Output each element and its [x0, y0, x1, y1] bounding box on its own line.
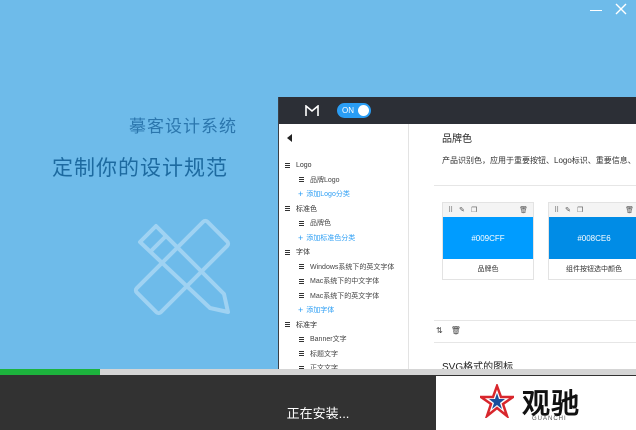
section-desc: 产品识别色，应用于重要按钮、Logo标识、重要信息、 — [442, 156, 636, 165]
menu-icon — [299, 177, 304, 183]
sidebar-item-label: Mac系统下的中文字体 — [310, 278, 380, 286]
divider — [434, 320, 636, 321]
ruler-pencil-icon — [133, 218, 231, 316]
menu-icon — [299, 278, 304, 284]
sidebar-item-label: Windows系统下的英文字体 — [310, 263, 395, 271]
sidebar-item[interactable]: Banner文字 — [285, 332, 408, 347]
menu-icon — [285, 162, 290, 168]
sidebar-group[interactable]: 字体 — [285, 245, 408, 260]
menu-icon — [285, 206, 290, 212]
menu-icon — [299, 293, 304, 299]
section-title: 品牌色 — [442, 134, 472, 145]
section-toolbar: ⇅ 🗑 — [436, 326, 461, 335]
card-label: 组件按钮选中颜色 — [566, 266, 622, 273]
brand-name: 摹客设计系统 — [129, 117, 237, 136]
on-toggle[interactable]: ON — [337, 103, 371, 118]
color-swatch: #008CE6 — [549, 217, 636, 259]
sidebar-item[interactable]: 品牌色 — [285, 216, 408, 231]
sidebar-item[interactable]: Mac系统下的中文字体 — [285, 274, 408, 289]
back-arrow-icon[interactable] — [287, 134, 292, 142]
sort-icon[interactable]: ⇅ — [436, 326, 443, 335]
sidebar-item-label: 标准字 — [296, 321, 317, 329]
window-controls — [590, 2, 628, 16]
toggle-knob — [358, 105, 369, 116]
delete-icon[interactable]: 🗑 — [519, 206, 528, 214]
minimize-icon[interactable] — [590, 2, 604, 16]
menu-icon — [299, 351, 304, 357]
sidebar-item-label: Mac系统下的英文字体 — [310, 292, 380, 300]
sidebar-item-label: Banner文字 — [310, 336, 347, 344]
copy-icon[interactable]: ❐ — [577, 206, 583, 214]
edit-icon[interactable]: ✎ — [459, 206, 465, 214]
sidebar-item-label: 添加标准色分类 — [306, 234, 356, 242]
next-section-title: SVG格式的图标 — [442, 362, 514, 369]
color-card[interactable]: ⠿ ✎ ❐ 🗑 #009CFF 品牌色 — [442, 202, 534, 280]
menu-icon — [285, 249, 290, 255]
copy-icon[interactable]: ❐ — [471, 206, 477, 214]
sidebar-item-label: 添加字体 — [306, 307, 335, 315]
plus-icon: + — [298, 189, 304, 200]
main-panel: 品牌色 产品识别色，应用于重要按钮、Logo标识、重要信息、 ⠿ ✎ ❐ 🗑 #… — [410, 124, 636, 369]
edit-icon[interactable]: ✎ — [565, 206, 571, 214]
color-swatch: #009CFF — [443, 217, 533, 259]
delete-icon[interactable]: 🗑 — [451, 326, 461, 335]
watermark-star-icon — [480, 384, 514, 418]
sidebar-item-label: 标准色 — [296, 205, 317, 213]
watermark: 观驰 GUANCHI — [436, 376, 636, 430]
delete-icon[interactable]: 🗑 — [625, 206, 634, 214]
toggle-label: ON — [342, 106, 354, 115]
plus-icon: + — [298, 305, 304, 316]
sidebar-group[interactable]: Logo — [285, 158, 408, 173]
close-icon[interactable] — [614, 2, 628, 16]
sidebar-item-label: 字体 — [296, 249, 310, 257]
sidebar-item[interactable]: Windows系统下的英文字体 — [285, 260, 408, 275]
slogan: 定制你的设计规范 — [52, 157, 228, 180]
card-label: 品牌色 — [477, 266, 499, 273]
sidebar-item-label: Logo — [296, 161, 312, 169]
sidebar-item-label: 添加Logo分类 — [306, 191, 350, 199]
color-card[interactable]: ⠿ ✎ ❐ 🗑 #008CE6 组件按钮选中颜色 — [548, 202, 636, 280]
sidebar-add-link[interactable]: + 添加标准色分类 — [285, 231, 408, 246]
sidebar-group[interactable]: 标准字 — [285, 318, 408, 333]
brand: 摹客设计系统 — [129, 112, 237, 137]
hex-value: #008CE6 — [577, 233, 611, 243]
sidebar: Logo 品牌Logo + 添加Logo分类 标准色 品牌色 + 添加标准色分类 字体 Windo… — [279, 124, 409, 369]
drag-icon[interactable]: ⠿ — [554, 206, 559, 214]
sidebar-item[interactable]: Mac系统下的英文字体 — [285, 289, 408, 304]
sidebar-item-label: 品牌Logo — [310, 176, 340, 184]
card-toolbar: ⠿ ✎ ❐ 🗑 — [549, 203, 636, 217]
watermark-subtitle: GUANCHI — [532, 416, 567, 422]
drag-icon[interactable]: ⠿ — [448, 206, 453, 214]
mockplus-logo-icon — [305, 104, 319, 116]
installer-hero: 摹客设计系统 定制你的设计规范 ON Logo 品牌Logo + 添加Logo分类 标准… — [0, 0, 636, 369]
sidebar-group[interactable]: 标准色 — [285, 202, 408, 217]
sidebar-tree: Logo 品牌Logo + 添加Logo分类 标准色 品牌色 + 添加标准色分类 字体 Windo… — [285, 158, 408, 369]
menu-icon — [299, 336, 304, 342]
divider — [434, 342, 636, 343]
sidebar-item[interactable]: 正文文字 — [285, 361, 408, 369]
sidebar-add-link[interactable]: + 添加字体 — [285, 303, 408, 318]
sidebar-item[interactable]: 品牌Logo — [285, 173, 408, 188]
sidebar-item[interactable]: 标题文字 — [285, 347, 408, 362]
plus-icon: + — [298, 232, 304, 243]
menu-icon — [299, 220, 304, 226]
divider — [434, 185, 636, 186]
app-topbar: ON — [279, 97, 636, 124]
menu-icon — [285, 322, 290, 328]
hex-value: #009CFF — [471, 233, 505, 243]
card-toolbar: ⠿ ✎ ❐ 🗑 — [443, 203, 533, 217]
sidebar-item-label: 品牌色 — [310, 220, 331, 228]
sidebar-add-link[interactable]: + 添加Logo分类 — [285, 187, 408, 202]
sidebar-item-label: 标题文字 — [310, 350, 338, 358]
app-preview: ON Logo 品牌Logo + 添加Logo分类 标准色 品牌色 + 添加标准色分类 字体 Wi… — [278, 97, 636, 369]
menu-icon — [299, 264, 304, 270]
